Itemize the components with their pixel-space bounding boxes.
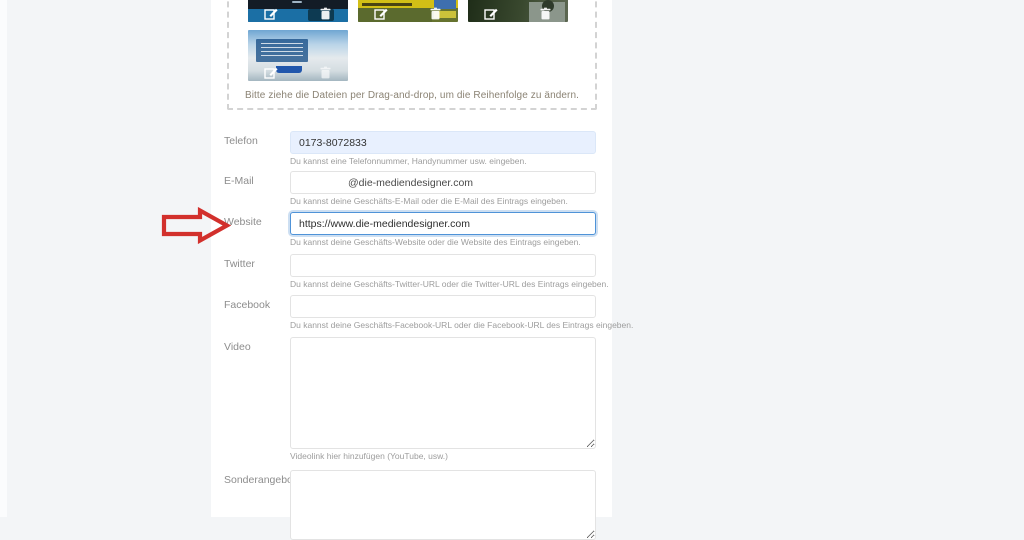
sonderangebote-textarea[interactable] xyxy=(290,470,596,540)
thumbnail-decoration xyxy=(276,66,302,73)
video-label: Video xyxy=(224,341,251,353)
edit-icon[interactable] xyxy=(264,7,279,20)
edit-icon[interactable] xyxy=(264,66,279,79)
page-left-edge xyxy=(0,0,7,517)
video-helper: Videolink hier hinzufügen (YouTube, usw.… xyxy=(290,451,448,461)
twitter-input[interactable] xyxy=(290,254,596,277)
email-input[interactable] xyxy=(290,171,596,194)
twitter-label: Twitter xyxy=(224,258,255,270)
website-helper: Du kannst deine Geschäfts-Website oder d… xyxy=(290,237,581,247)
thumbnail-decoration xyxy=(358,8,432,22)
email-helper: Du kannst deine Geschäfts-E-Mail oder di… xyxy=(290,196,568,206)
video-textarea[interactable] xyxy=(290,337,596,449)
trash-icon[interactable] xyxy=(428,7,443,20)
email-label: E-Mail xyxy=(224,175,254,187)
image-thumbnail-3[interactable] xyxy=(468,0,568,22)
image-thumbnail-4[interactable] xyxy=(248,30,348,81)
trash-icon[interactable] xyxy=(318,66,333,79)
facebook-helper: Du kannst deine Geschäfts-Facebook-URL o… xyxy=(290,320,634,330)
facebook-label: Facebook xyxy=(224,299,271,311)
edit-icon[interactable] xyxy=(374,7,389,20)
telefon-helper: Du kannst eine Telefonnummer, Handynumme… xyxy=(290,156,527,166)
red-arrow-annotation xyxy=(161,207,231,244)
telefon-input[interactable] xyxy=(290,131,596,154)
website-input[interactable] xyxy=(290,212,596,235)
image-thumbnail-2[interactable] xyxy=(358,0,458,22)
twitter-helper: Du kannst deine Geschäfts-Twitter-URL od… xyxy=(290,279,609,289)
trash-icon[interactable] xyxy=(538,7,553,20)
facebook-input[interactable] xyxy=(290,295,596,318)
thumbnail-decoration xyxy=(362,3,412,6)
thumbnail-decoration xyxy=(292,1,302,3)
image-thumbnail-1[interactable] xyxy=(248,0,348,22)
dropzone-hint: Bitte ziehe die Dateien per Drag-and-dro… xyxy=(244,90,580,101)
thumbnail-decoration xyxy=(256,39,308,62)
edit-icon[interactable] xyxy=(484,7,499,20)
telefon-label: Telefon xyxy=(224,135,258,147)
trash-icon[interactable] xyxy=(318,7,333,20)
